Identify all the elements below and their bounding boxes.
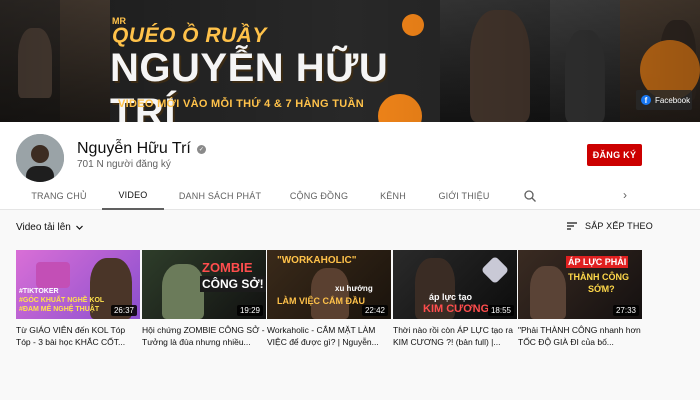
subscribe-button[interactable]: ĐĂNG KÝ: [587, 144, 642, 166]
channel-tabs: TRANG CHỦ VIDEO DANH SÁCH PHÁT CỘNG ĐỒNG…: [0, 182, 700, 210]
video-card[interactable]: áp lực tạo KIM CƯƠNG 18:55 Thời nào rồi …: [393, 250, 517, 348]
chevron-right-icon[interactable]: ›: [623, 188, 627, 202]
sort-button[interactable]: SẮP XẾP THEO: [566, 221, 653, 231]
tab-about[interactable]: GIỚI THIỆU: [430, 182, 498, 210]
banner-host-name: NGUYỄN HỮU TRÍ: [110, 46, 389, 122]
video-card[interactable]: ZOMBIE CÔNG SỞ! 19:29 Hội chứng ZOMBIE C…: [142, 250, 266, 348]
video-thumbnail[interactable]: "WORKAHOLIC" xu hướng LÀM VIỆC CẮM ĐẦU 2…: [267, 250, 391, 319]
thumbnail-text: #GÓC KHUẤT NGHỀ KOL: [19, 297, 105, 304]
chevron-down-icon: [75, 225, 83, 230]
thumbnail-text: ZOMBIE: [202, 260, 253, 275]
banner-series-name: QUÉO Ồ RUẦY: [112, 24, 267, 47]
video-duration: 26:37: [110, 305, 137, 316]
subscriber-count: 701 N người đăng ký: [77, 159, 171, 170]
thumbnail-text: KIM CƯƠNG: [423, 303, 490, 315]
video-duration: 27:33: [612, 305, 639, 316]
search-icon[interactable]: [523, 189, 537, 203]
banner-tagline: VIDEO MỚI VÀO MỖI THỨ 4 & 7 HÀNG TUẦN: [118, 98, 364, 110]
banner-title: MR QUÉO Ồ RUẦY NGUYỄN HỮU TRÍ: [104, 6, 444, 122]
facebook-link[interactable]: f Facebook: [636, 90, 692, 110]
channel-header: Nguyễn Hữu Trí ✓ 701 N người đăng ký ĐĂN…: [0, 122, 700, 210]
channel-banner: MR QUÉO Ồ RUẦY NGUYỄN HỮU TRÍ VIDEO MỚI …: [0, 0, 700, 122]
video-title[interactable]: Hội chứng ZOMBIE CÔNG SỞ - Tưởng là đùa …: [142, 324, 266, 348]
thumbnail-text: áp lực tạo: [429, 292, 473, 302]
facebook-icon: f: [641, 95, 651, 105]
video-thumbnail[interactable]: ÁP LỰC PHẢI THÀNH CÔNG SỚM? 27:33: [518, 250, 642, 319]
thumbnail-text: CÔNG SỞ!: [200, 276, 266, 292]
video-title[interactable]: Thời nào rồi còn ÁP LỰC tạo ra KIM CƯƠNG…: [393, 324, 517, 348]
video-card[interactable]: ÁP LỰC PHẢI THÀNH CÔNG SỚM? 27:33 "Phải …: [518, 250, 642, 348]
verified-icon: ✓: [196, 144, 206, 154]
sort-label: SẮP XẾP THEO: [585, 221, 653, 231]
thumbnail-text: THÀNH CÔNG: [568, 272, 629, 282]
video-title[interactable]: Workaholic - CẮM MẶT LÀM VIỆC để được gì…: [267, 324, 391, 348]
uploads-dropdown-label: Video tải lên: [16, 222, 71, 233]
video-card[interactable]: "WORKAHOLIC" xu hướng LÀM VIỆC CẮM ĐẦU 2…: [267, 250, 391, 348]
thumbnail-text: xu hướng: [335, 284, 373, 293]
thumbnail-text: LÀM VIỆC CẮM ĐẦU: [277, 296, 365, 306]
thumbnail-text: "WORKAHOLIC": [277, 255, 357, 266]
thumbnail-text: ÁP LỰC PHẢI: [566, 256, 629, 268]
video-title[interactable]: Từ GIÁO VIÊN đến KOL Tóp Tóp - 3 bài học…: [16, 324, 140, 348]
tab-playlists[interactable]: DANH SÁCH PHÁT: [172, 182, 268, 210]
channel-name: Nguyễn Hữu Trí: [77, 140, 191, 157]
channel-avatar[interactable]: [16, 134, 64, 182]
video-thumbnail[interactable]: áp lực tạo KIM CƯƠNG 18:55: [393, 250, 517, 319]
video-thumbnail[interactable]: ZOMBIE CÔNG SỞ! 19:29: [142, 250, 266, 319]
video-duration: 22:42: [361, 305, 388, 316]
video-duration: 19:29: [236, 305, 263, 316]
uploads-dropdown[interactable]: Video tải lên: [16, 222, 84, 233]
tab-home[interactable]: TRANG CHỦ: [24, 182, 94, 210]
thumbnail-text: SỚM?: [588, 284, 615, 294]
tab-community[interactable]: CỘNG ĐỒNG: [284, 182, 354, 210]
tab-channels[interactable]: KÊNH: [372, 182, 414, 210]
facebook-link-label: Facebook: [655, 95, 691, 105]
thumbnail-text: #ĐAM MÊ NGHỆ THUẬT: [19, 306, 100, 313]
sort-icon: [567, 222, 577, 230]
video-title[interactable]: "Phải THÀNH CÔNG nhanh hơn TỐC ĐỘ GIÀ ĐI…: [518, 324, 642, 348]
thumbnail-text: #TIKTOKER: [19, 288, 59, 295]
video-card[interactable]: #TIKTOKER #GÓC KHUẤT NGHỀ KOL #ĐAM MÊ NG…: [16, 250, 140, 348]
video-duration: 18:55: [487, 305, 514, 316]
tab-videos[interactable]: VIDEO: [102, 182, 164, 210]
video-thumbnail[interactable]: #TIKTOKER #GÓC KHUẤT NGHỀ KOL #ĐAM MÊ NG…: [16, 250, 140, 319]
